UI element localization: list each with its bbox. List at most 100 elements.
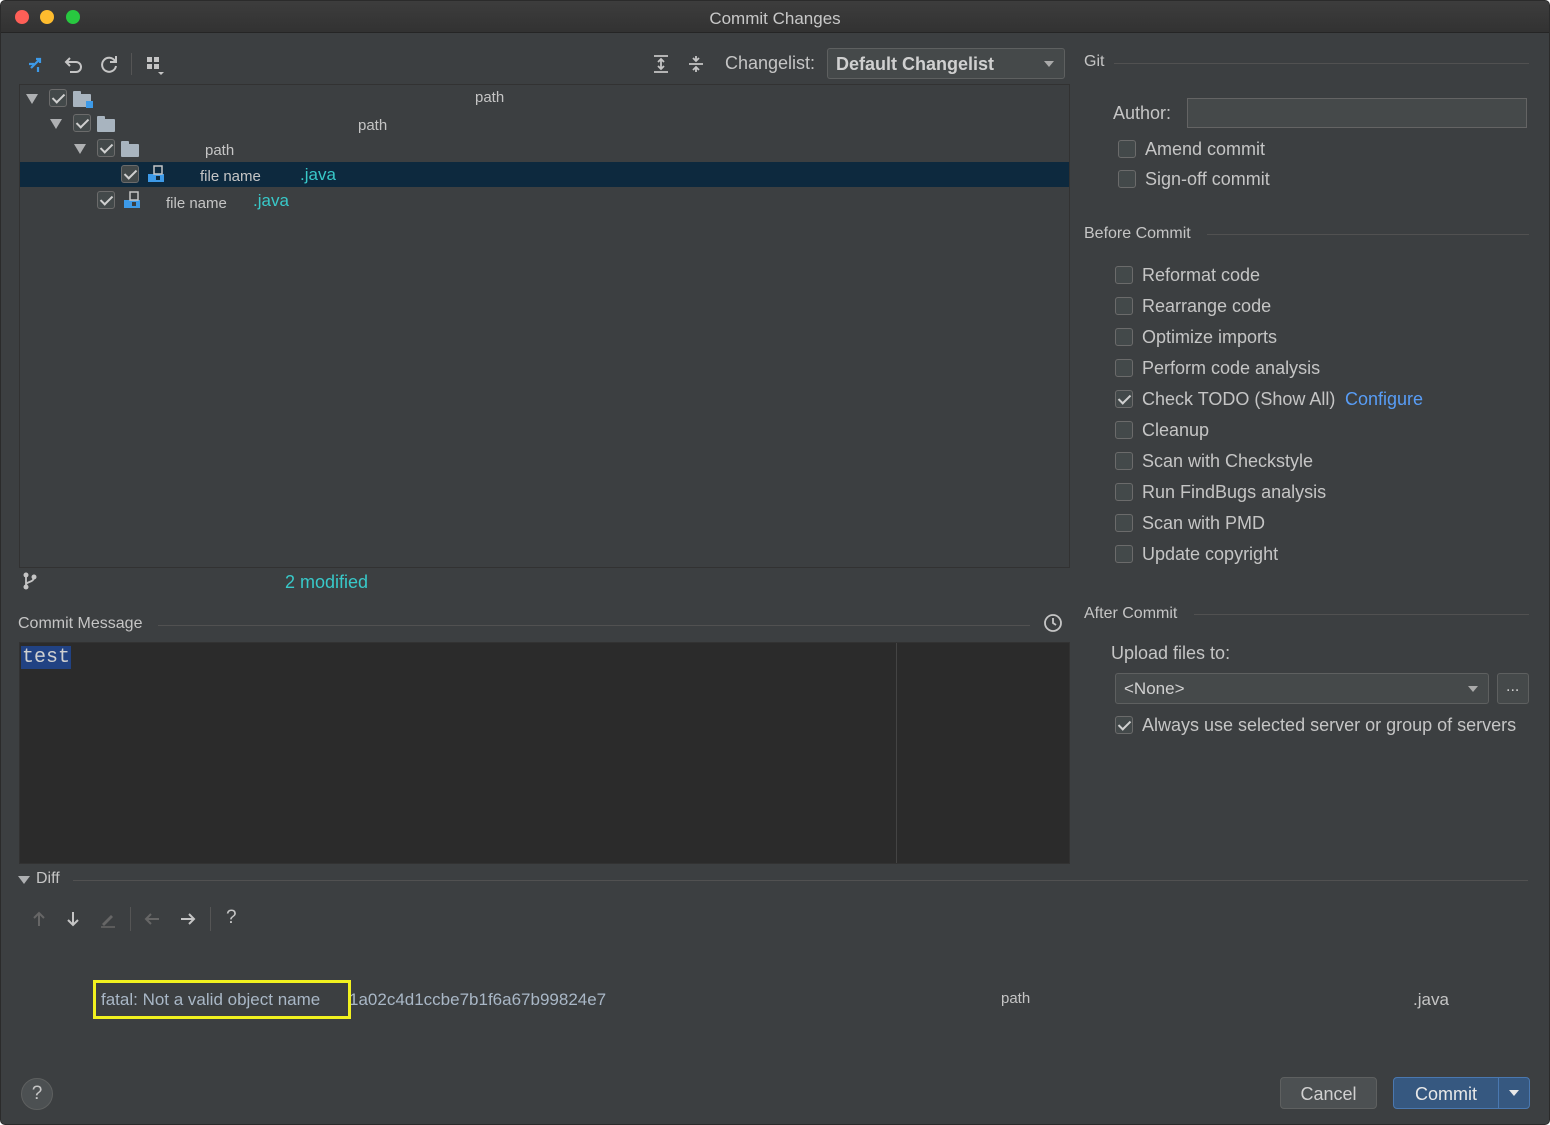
- tree-checkbox[interactable]: [49, 89, 67, 107]
- tree-row-filename: file name: [166, 195, 227, 212]
- after-commit-section-title: After Commit: [1084, 605, 1178, 622]
- previous-file-icon[interactable]: [142, 909, 162, 929]
- cleanup-checkbox[interactable]: [1115, 421, 1133, 439]
- commit-button[interactable]: Commit: [1393, 1077, 1499, 1109]
- tree-checkbox[interactable]: [97, 191, 115, 209]
- next-difference-icon[interactable]: [63, 909, 83, 929]
- commit-options-button[interactable]: [1498, 1077, 1530, 1109]
- author-label: Author:: [1113, 103, 1172, 123]
- show-diff-icon[interactable]: [27, 53, 49, 75]
- scan-pmd-label: Scan with PMD: [1142, 513, 1266, 533]
- selected-row-highlight: [20, 162, 1069, 187]
- expand-arrow-icon[interactable]: [74, 144, 86, 154]
- changelist-dropdown[interactable]: Default Changelist: [827, 48, 1065, 79]
- refresh-icon[interactable]: [98, 53, 120, 75]
- tree-row-path: path: [475, 89, 505, 106]
- expand-all-icon[interactable]: [650, 53, 672, 75]
- title-bar: Commit Changes: [1, 1, 1549, 33]
- toolbar-separator: [131, 53, 132, 75]
- amend-commit-label: Amend commit: [1145, 139, 1266, 159]
- help-button[interactable]: ?: [21, 1078, 53, 1110]
- author-input[interactable]: [1187, 98, 1527, 128]
- reformat-code-checkbox[interactable]: [1115, 266, 1133, 284]
- diff-collapse-arrow-icon[interactable]: [18, 876, 30, 884]
- before-commit-section-title: Before Commit: [1084, 225, 1191, 242]
- tree-row-path: path: [358, 117, 388, 134]
- tree-checkbox[interactable]: [73, 114, 91, 132]
- chevron-down-icon: [1468, 686, 1478, 692]
- toolbar-separator: [130, 907, 131, 931]
- sign-off-commit-checkbox[interactable]: [1118, 170, 1136, 188]
- divider: [158, 625, 1030, 626]
- divider: [73, 880, 1528, 881]
- next-file-icon[interactable]: [178, 909, 198, 929]
- optimize-imports-checkbox[interactable]: [1115, 328, 1133, 346]
- tree-row-filename: file name: [200, 168, 261, 185]
- cancel-button[interactable]: Cancel: [1280, 1077, 1377, 1109]
- diff-commit-hash: 1a02c4d1ccbe7b1f6a67b99824e7: [349, 990, 607, 1009]
- browse-label: ...: [1506, 678, 1520, 695]
- group-by-icon[interactable]: [144, 53, 168, 77]
- changes-tree[interactable]: path path path file name .java file name…: [19, 84, 1070, 568]
- upload-server-dropdown[interactable]: <None>: [1115, 673, 1489, 704]
- changelist-value: Default Changelist: [836, 54, 995, 74]
- diff-file-extension: .java: [1413, 990, 1449, 1009]
- divider: [1194, 614, 1529, 615]
- rollback-icon[interactable]: [63, 53, 85, 75]
- folder-icon: [121, 141, 139, 157]
- check-todo-label: Check TODO (Show All): [1142, 389, 1336, 409]
- expand-arrow-icon[interactable]: [50, 119, 62, 129]
- diff-help-icon[interactable]: ?: [226, 907, 237, 929]
- rearrange-code-checkbox[interactable]: [1115, 297, 1133, 315]
- tree-row-extension: .java: [300, 165, 336, 184]
- diff-path: path: [1001, 990, 1031, 1007]
- edit-source-icon[interactable]: [98, 909, 118, 929]
- update-copyright-label: Update copyright: [1142, 544, 1279, 564]
- highlight-annotation-box: [93, 980, 351, 1019]
- commit-message-label: Commit Message: [18, 615, 143, 632]
- always-use-server-label: Always use selected server or group of s…: [1142, 715, 1517, 735]
- upload-files-label: Upload files to:: [1111, 643, 1231, 663]
- tree-row-extension: .java: [253, 191, 289, 210]
- browse-servers-button[interactable]: ...: [1497, 673, 1529, 704]
- scan-pmd-checkbox[interactable]: [1115, 514, 1133, 532]
- divider: [1207, 234, 1529, 235]
- check-todo-checkbox[interactable]: [1115, 390, 1133, 408]
- perform-code-analysis-label: Perform code analysis: [1142, 358, 1321, 378]
- commit-message-editor[interactable]: test: [19, 642, 1070, 864]
- reformat-code-label: Reformat code: [1142, 265, 1261, 285]
- previous-difference-icon[interactable]: [29, 909, 49, 929]
- module-badge-icon: [86, 101, 93, 108]
- window-title: Commit Changes: [709, 9, 841, 28]
- scan-checkstyle-checkbox[interactable]: [1115, 452, 1133, 470]
- rearrange-code-label: Rearrange code: [1142, 296, 1272, 316]
- branch-icon: [21, 571, 39, 591]
- modified-count: 2 modified: [285, 572, 369, 592]
- run-findbugs-label: Run FindBugs analysis: [1142, 482, 1327, 502]
- git-section-title: Git: [1084, 53, 1105, 70]
- divider: [1114, 63, 1529, 64]
- diff-section-title[interactable]: Diff: [36, 870, 60, 888]
- always-use-server-checkbox[interactable]: [1115, 716, 1133, 734]
- cleanup-label: Cleanup: [1142, 420, 1210, 440]
- changelist-label: Changelist:: [725, 53, 816, 73]
- collapse-all-icon[interactable]: [685, 53, 707, 75]
- toolbar-separator: [210, 907, 211, 931]
- tree-checkbox[interactable]: [97, 139, 115, 157]
- tree-checkbox[interactable]: [121, 165, 139, 183]
- commit-message-text[interactable]: test: [21, 646, 72, 669]
- run-findbugs-checkbox[interactable]: [1115, 483, 1133, 501]
- tree-row-path: path: [205, 142, 235, 159]
- java-file-icon: [147, 165, 165, 183]
- amend-commit-checkbox[interactable]: [1118, 140, 1136, 158]
- scan-checkstyle-label: Scan with Checkstyle: [1142, 451, 1314, 471]
- update-copyright-checkbox[interactable]: [1115, 545, 1133, 563]
- history-icon[interactable]: [1042, 612, 1064, 634]
- java-file-icon: [123, 191, 141, 209]
- chevron-down-icon: [1044, 61, 1054, 67]
- upload-server-value: <None>: [1124, 679, 1185, 698]
- configure-link[interactable]: Configure: [1345, 389, 1423, 410]
- perform-code-analysis-checkbox[interactable]: [1115, 359, 1133, 377]
- expand-arrow-icon[interactable]: [26, 94, 38, 104]
- optimize-imports-label: Optimize imports: [1142, 327, 1278, 347]
